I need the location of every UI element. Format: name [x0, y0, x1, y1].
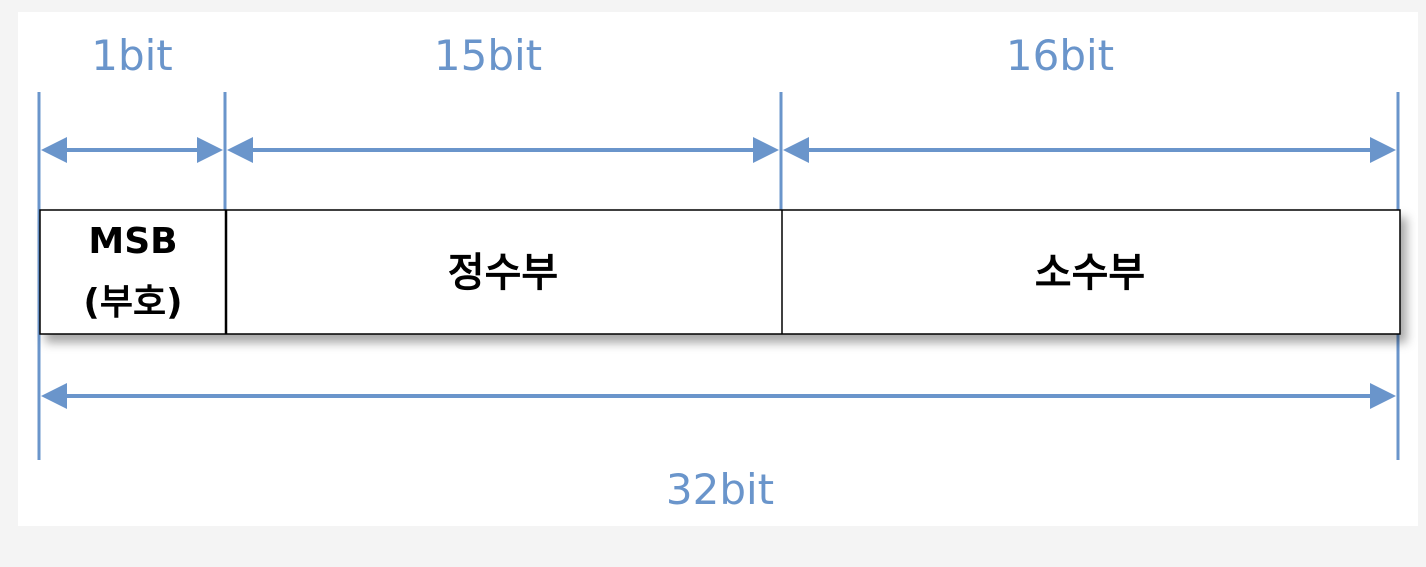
- fraction-width-label: 16bit: [1006, 31, 1114, 80]
- total-width-label: 32bit: [666, 465, 774, 514]
- field-box-outline: [39, 209, 1401, 335]
- field-boxes: [39, 209, 1401, 335]
- integer-width-label: 15bit: [434, 31, 542, 80]
- fraction-field-label: 소수부: [1035, 250, 1145, 296]
- fixed-point-format-diagram: 1bit 15bit 16bit MSB (부호) 정수부 소수부 32bit: [0, 0, 1426, 562]
- diagram-canvas: 1bit 15bit 16bit MSB (부호) 정수부 소수부 32bit: [18, 12, 1418, 526]
- integer-field-label: 정수부: [448, 250, 558, 296]
- sign-width-label: 1bit: [91, 31, 173, 80]
- sign-field-sublabel: (부호): [83, 282, 182, 323]
- sign-field-label: MSB: [88, 221, 177, 262]
